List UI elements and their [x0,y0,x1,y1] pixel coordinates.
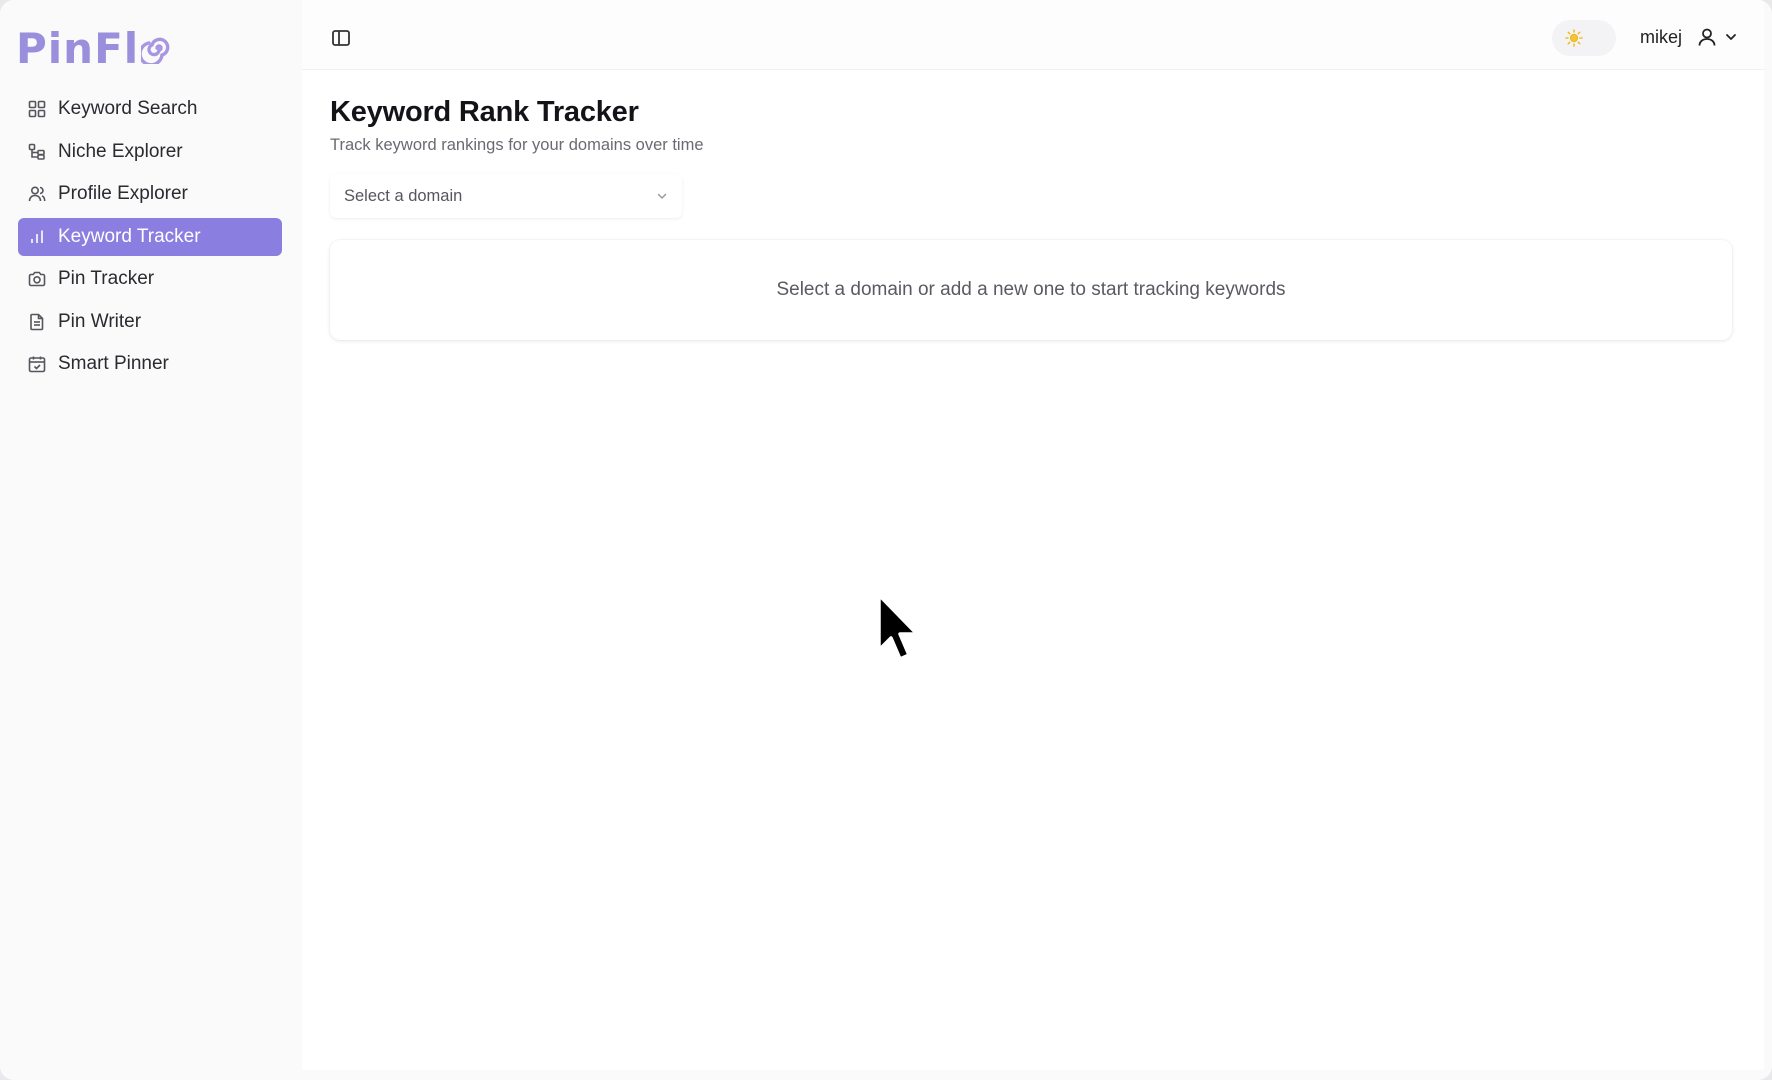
sun-icon [1565,29,1583,47]
sidebar-item-profile-explorer[interactable]: Profile Explorer [18,175,282,213]
sidebar-item-label: Pin Writer [58,310,142,332]
sidebar-item-smart-pinner[interactable]: Smart Pinner [18,345,282,383]
sidebar-item-label: Smart Pinner [58,353,169,374]
panel-left-icon [332,30,350,46]
logo-text: PinFl [16,23,140,73]
chevron-down-icon [657,193,667,199]
sidebar-item-niche-explorer[interactable]: Niche Explorer [18,133,282,171]
app-window: PinFl Keyword Search Niche Explorer Prof… [0,0,1772,1080]
document-icon [27,312,47,332]
camera-icon [27,269,47,289]
empty-state-card: Select a domain or add a new one to star… [330,240,1732,340]
sidebar-item-label: Profile Explorer [58,183,188,204]
sidebar-item-label: Keyword Tracker [58,225,201,247]
theme-toggle[interactable] [1552,20,1616,56]
users-icon [27,184,47,204]
chevron-down-icon [1726,34,1736,40]
grid-icon [27,99,47,119]
sidebar-item-label: Pin Tracker [58,268,155,289]
top-bar: mikej [302,0,1764,70]
sidebar-item-keyword-tracker[interactable]: Keyword Tracker [18,217,282,256]
calendar-icon [27,354,47,374]
page-title: Keyword Rank Tracker [330,96,639,128]
user-icon [1698,28,1716,46]
main-content: mikej Keyword Rank Tracker Track keyword… [302,0,1764,1070]
sidebar-item-label: Keyword Search [58,98,198,119]
page-subtitle: Track keyword rankings for your domains … [330,136,704,154]
logo-swirl-icon [141,37,170,64]
user-menu[interactable]: mikej [1640,22,1738,52]
sidebar-item-label: Niche Explorer [58,140,183,162]
sidebar-item-pin-writer[interactable]: Pin Writer [18,303,282,341]
app-logo[interactable]: PinFl [16,23,173,73]
empty-state-message: Select a domain or add a new one to star… [776,279,1286,300]
domain-select-placeholder: Select a domain [344,186,463,205]
tree-icon [27,142,47,162]
sidebar-toggle-button[interactable] [330,27,352,49]
sidebar-item-pin-tracker[interactable]: Pin Tracker [18,260,282,298]
username: mikej [1640,26,1683,47]
sidebar-item-keyword-search[interactable]: Keyword Search [18,90,282,128]
sidebar: PinFl Keyword Search Niche Explorer Prof… [0,0,302,1080]
sidebar-nav: Keyword Search Niche Explorer Profile Ex… [18,90,282,388]
bar-chart-icon [27,227,47,247]
domain-select[interactable]: Select a domain [330,174,682,218]
